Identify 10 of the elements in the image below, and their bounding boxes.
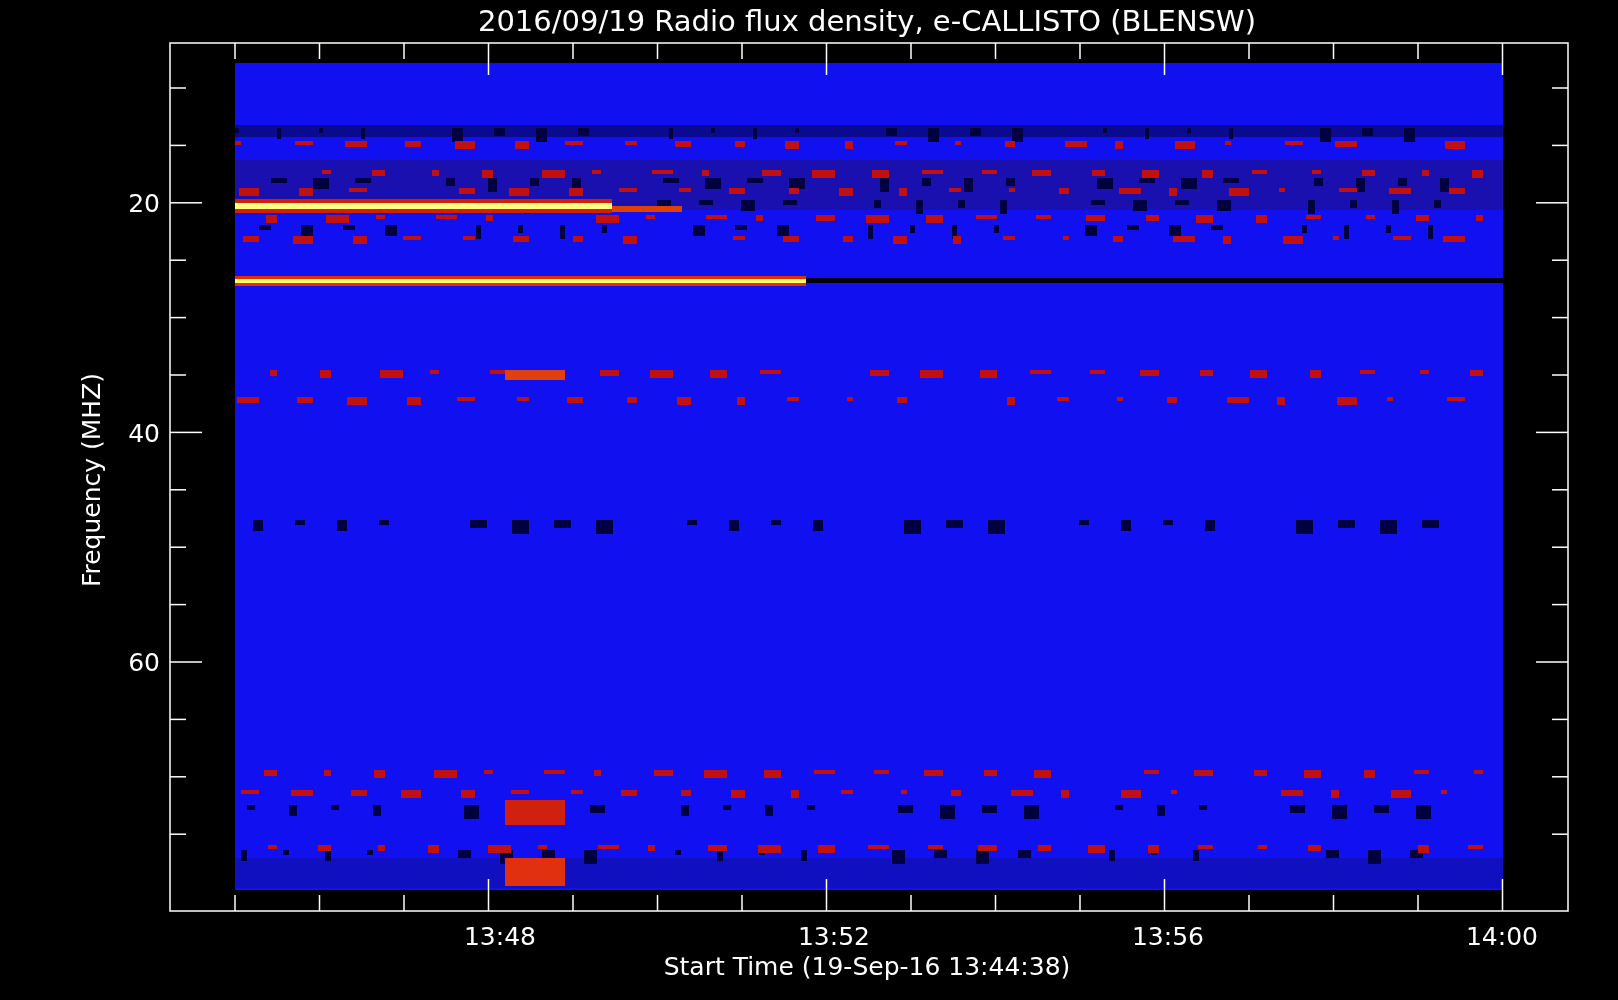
y-tick-label: 60 — [128, 648, 160, 677]
x-tick-label: 14:00 — [1466, 922, 1538, 951]
x-tick-label: 13:56 — [1132, 922, 1204, 951]
x-tick-label: 13:52 — [798, 922, 870, 951]
y-tick-label: 40 — [128, 418, 160, 448]
y-axis-label: Frequency (MHZ) — [77, 372, 106, 588]
x-axis-label: Start Time (19-Sep-16 13:44:38) — [663, 952, 1071, 981]
x-tick-label: 13:48 — [464, 922, 536, 951]
y-tick-label: 20 — [128, 189, 160, 218]
chart-title: 2016/09/19 Radio flux density, e-CALLISTO (BLENSW) — [477, 4, 1257, 38]
